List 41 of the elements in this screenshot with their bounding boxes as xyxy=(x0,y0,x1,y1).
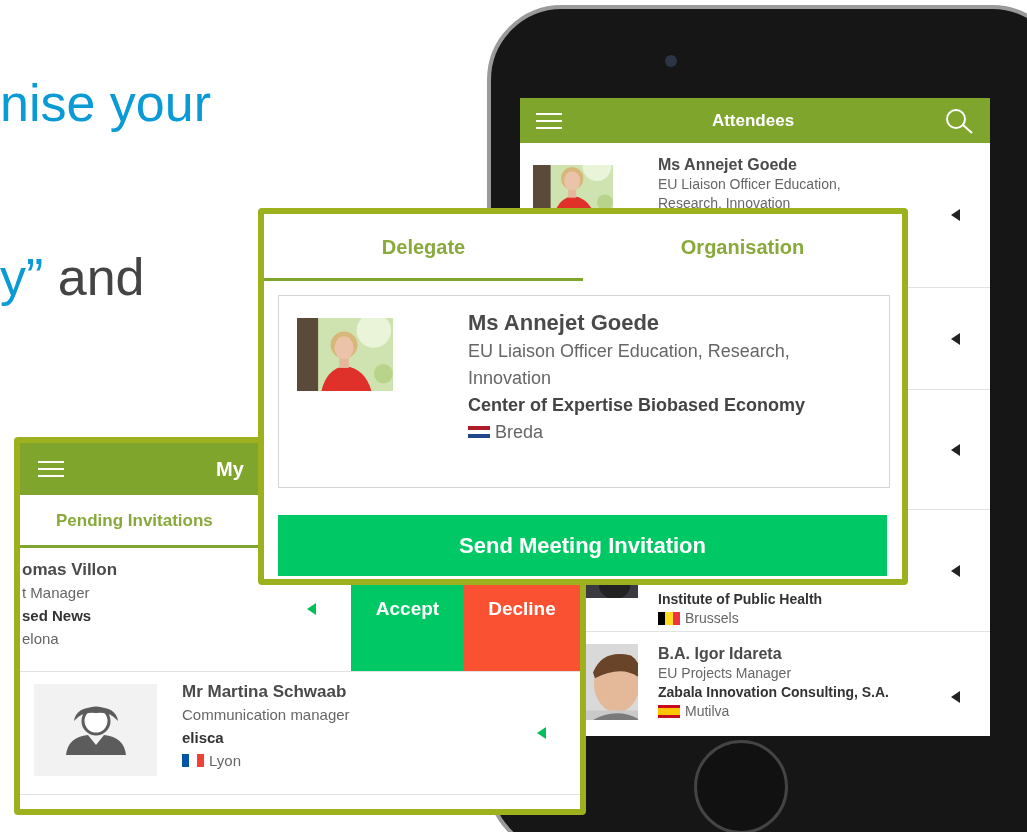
job-title: Communication manager xyxy=(182,704,351,725)
organisation-name: sed News xyxy=(22,605,93,626)
attendee-name: Ms Annejet Goede xyxy=(658,155,798,175)
search-icon[interactable] xyxy=(944,107,974,134)
contact-name: omas Villon xyxy=(22,558,119,581)
city-label: elona xyxy=(22,628,60,649)
contact-name: Mr Martina Schwaab xyxy=(182,680,348,703)
attendee-name: B.A. Igor Idareta xyxy=(658,644,783,664)
city-label: Mutilva xyxy=(658,702,908,721)
menu-icon[interactable] xyxy=(38,461,64,477)
headline-text: y” and xyxy=(0,247,145,307)
organisation-name: Institute of Public Health xyxy=(658,590,824,609)
caret-icon[interactable] xyxy=(951,564,960,577)
screen-title: My xyxy=(216,457,244,482)
city-label: Brussels xyxy=(658,609,908,628)
job-title: t Manager xyxy=(22,582,91,603)
tab[interactable]: Organisation xyxy=(583,214,902,281)
flag-icon xyxy=(468,425,490,439)
caret-icon[interactable] xyxy=(951,690,960,703)
tab[interactable]: Delegate xyxy=(264,214,583,281)
job-title: EU Liaison Officer Education, Research, Innovation xyxy=(468,340,791,390)
caret-icon[interactable] xyxy=(951,332,960,345)
caret-icon[interactable] xyxy=(951,443,960,456)
flag-icon xyxy=(658,612,680,625)
job-title: EU Liaison Officer Education, Research, Innovation xyxy=(658,175,842,213)
city-label: Lyon xyxy=(182,748,482,772)
caret-icon[interactable] xyxy=(951,209,960,221)
camera-icon xyxy=(665,55,677,67)
job-title: EU Projects Manager xyxy=(658,664,793,683)
organisation-name: Zabala Innovation Consulting, S.A. xyxy=(658,683,890,702)
city-label: Breda xyxy=(468,419,828,445)
organisation-name: Center of Expertise Biobased Economy xyxy=(468,394,807,417)
headline-text: nise your xyxy=(0,73,211,133)
flag-icon xyxy=(182,753,204,767)
menu-icon[interactable] xyxy=(536,112,562,129)
organisation-name: elisca xyxy=(182,727,225,748)
delegate-name: Ms Annejet Goede xyxy=(468,309,661,337)
person-icon xyxy=(63,704,128,755)
send-invitation-button[interactable]: Send Meeting Invitation xyxy=(278,515,887,576)
screen-title: Attendees xyxy=(710,109,796,132)
flag-icon xyxy=(658,705,680,718)
